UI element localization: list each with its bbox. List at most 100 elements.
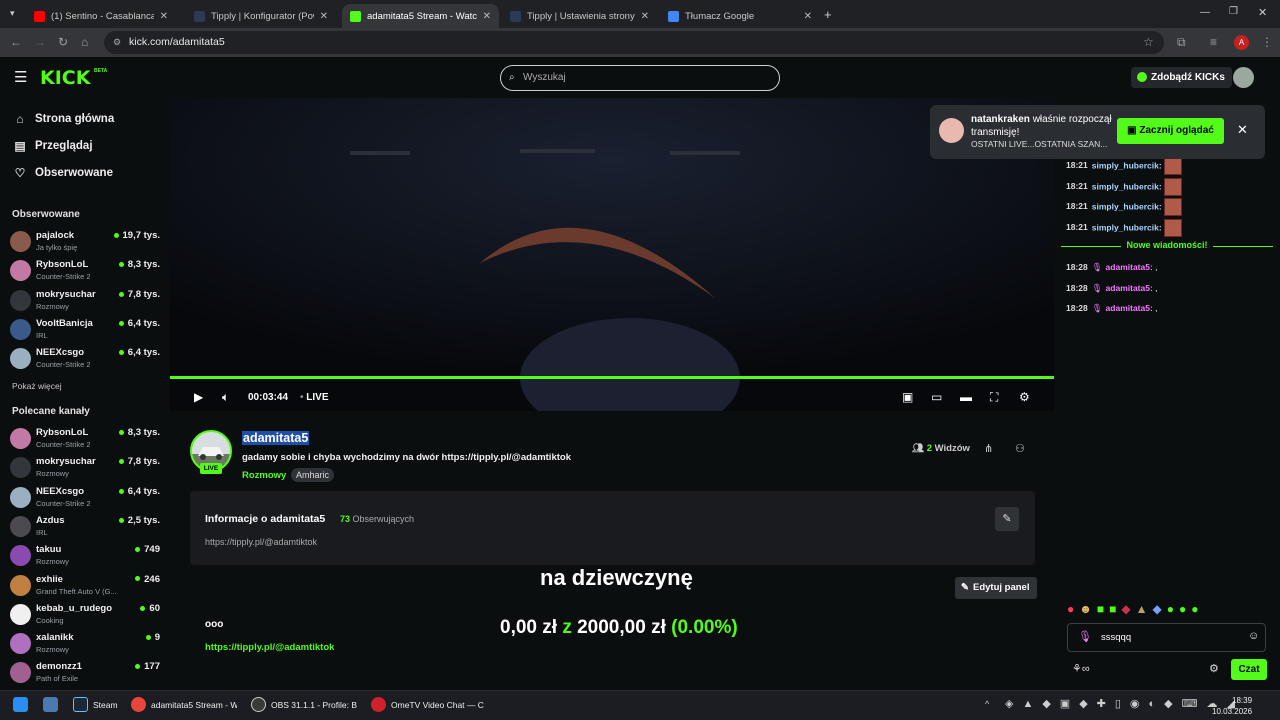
tray-overflow-icon[interactable]: ^ (985, 699, 989, 709)
fullscreen-icon[interactable]: ⛶ (990, 390, 998, 405)
browser-tab-3[interactable]: adamitata5 Stream - Watch Live...✕ (342, 4, 499, 28)
get-kicks-button[interactable]: Zdobądź KICKs (1131, 67, 1232, 88)
maximize-icon[interactable]: ❐ (1229, 6, 1238, 17)
file-explorer-icon[interactable] (43, 697, 58, 712)
play-icon[interactable]: ▶ (194, 390, 203, 404)
emote-icon[interactable]: ● (1067, 602, 1079, 616)
wide-mode-icon[interactable]: ▬ (960, 390, 972, 404)
chat-message[interactable]: 18:21 simply_hubercik: (1066, 198, 1182, 216)
nav-browse[interactable]: ▤ Przeglądaj (12, 139, 92, 153)
sidebar-channel[interactable]: RybsonLoL Counter-Strike 2 8,3 tys. (10, 258, 160, 286)
new-tab-icon[interactable]: + (824, 7, 832, 22)
back-icon[interactable]: ← (10, 35, 22, 49)
emote-icon[interactable]: ■ (1109, 602, 1121, 616)
close-tab-icon[interactable]: ✕ (641, 11, 649, 22)
obs-icon[interactable] (251, 697, 266, 712)
nav-home[interactable]: ⌂ Strona główna (12, 112, 114, 126)
edit-pencil-icon[interactable]: ✎ (995, 507, 1019, 531)
hamburger-menu-icon[interactable]: ☰ (14, 68, 27, 86)
url-field[interactable]: ⚙ kick.com/adamitata5 (104, 31, 1164, 54)
emote-icon[interactable]: ☻ (1079, 602, 1097, 616)
chat-message[interactable]: 18:21 simply_hubercik: (1066, 218, 1182, 237)
profile-avatar[interactable]: A (1234, 35, 1249, 50)
chat-message[interactable]: 18:28 🎙︎ adamitata5: , (1066, 303, 1158, 314)
taskbar-clock[interactable]: 18:39 10.03.2026 (1212, 695, 1252, 717)
opera-icon[interactable] (371, 697, 386, 712)
close-tab-icon[interactable]: ✕ (160, 11, 168, 22)
close-tab-icon[interactable]: ✕ (483, 11, 491, 22)
close-window-icon[interactable]: ✕ (1258, 6, 1267, 19)
miniplayer-icon[interactable]: ▣ (902, 390, 913, 404)
sidebar-channel[interactable]: pajalock Ja tylko śpię 19,7 tys. (10, 229, 160, 257)
site-info-icon[interactable]: ⚙ (113, 31, 121, 54)
forward-icon[interactable]: → (34, 35, 46, 49)
home-button-icon[interactable]: ⌂ (81, 35, 88, 49)
sidebar-channel[interactable]: kebab_u_rudego Cooking 60 (10, 602, 160, 630)
browser-menu-icon[interactable]: ⋮ (1261, 35, 1273, 49)
emote-icon[interactable]: ◆ (1153, 602, 1167, 616)
video-player[interactable] (170, 98, 1054, 411)
sidebar-channel[interactable]: NEEXcsgo Counter-Strike 2 6,4 tys. (10, 485, 160, 513)
emote-icon[interactable]: ■ (1097, 602, 1109, 616)
emote-icon[interactable]: ● (1179, 602, 1191, 616)
browser-tab-4[interactable]: Tipply | Ustawienia strony zamó...✕ (502, 4, 657, 28)
user-avatar[interactable] (1233, 67, 1254, 88)
emote-icon[interactable]: ▲ (1136, 602, 1153, 616)
search-input[interactable]: ⌕ Wyszukaj (500, 65, 780, 91)
taskbar-ometv[interactable]: OmeTV Video Chat — C (391, 700, 484, 710)
kick-logo[interactable]: KICK (40, 67, 90, 89)
show-more-link[interactable]: Pokaż więcej (12, 381, 62, 391)
streamer-username[interactable]: adamitata5 (242, 431, 310, 445)
media-control-icon[interactable]: ≡ (1210, 35, 1217, 49)
about-link[interactable]: https://tipply.pl/@adamtiktok (205, 537, 317, 547)
stream-category[interactable]: Rozmowy (242, 470, 286, 481)
sidebar-channel[interactable]: exhiie Grand Theft Auto V (G... 246 (10, 573, 160, 601)
chat-input[interactable]: 🎙︎ sssqqq ☺ (1067, 623, 1266, 652)
chat-settings-icon[interactable]: ⚘∞ (1072, 662, 1090, 675)
sidebar-channel[interactable]: demonzz1 Path of Exile 177 (10, 660, 160, 688)
emoji-icon[interactable]: ☺ (1248, 630, 1259, 642)
volume-icon[interactable]: 🔈︎ (222, 390, 229, 405)
video-progress-bar[interactable] (170, 376, 1054, 379)
edit-panel-button[interactable]: ✎ Edytuj panel (955, 577, 1038, 599)
start-watching-button[interactable]: ▣ Zacznij oglądać (1117, 118, 1224, 144)
sidebar-channel[interactable]: mokrysuchar Rozmowy 7,8 tys. (10, 288, 160, 316)
follow-user-icon[interactable]: ⚇ (1015, 442, 1025, 455)
browser-tab-2[interactable]: Tipply | Konfigurator (Powiadom...✕ (186, 4, 336, 28)
sidebar-channel[interactable]: NEEXcsgo Counter-Strike 2 6,4 tys. (10, 346, 160, 374)
close-notification-icon[interactable]: ✕ (1237, 122, 1248, 138)
stream-tag[interactable]: Amharic (291, 468, 335, 482)
emote-icon[interactable]: ◆ (1121, 602, 1135, 616)
tray-icons[interactable]: ◈▲◆▣◆✚▯◉◐◆⌨☁◢ (1005, 697, 1244, 710)
emote-icon[interactable]: ● (1167, 602, 1179, 616)
nav-following[interactable]: ♡ Obserwowane (12, 166, 113, 180)
browser-tab-5[interactable]: Tłumacz Google ✕ (660, 4, 820, 28)
sidebar-channel[interactable]: takuu Rozmowy 749 (10, 543, 160, 571)
taskbar-steam[interactable]: Steam (93, 700, 118, 710)
steam-icon[interactable] (73, 697, 88, 712)
settings-icon[interactable]: ⚙ (1019, 390, 1030, 404)
taskbar-obs[interactable]: OBS 31.1.1 - Profile: Bez t (271, 700, 357, 710)
bookmark-star-icon[interactable]: ☆ (1143, 35, 1154, 49)
theater-icon[interactable]: ▭ (931, 390, 942, 404)
chat-message[interactable]: 18:28 🎙︎ adamitata5: , (1066, 262, 1158, 273)
chat-message[interactable]: 18:21 simply_hubercik: (1066, 177, 1182, 196)
chat-message[interactable]: 18:21 simply_hubercik: (1066, 157, 1182, 175)
reload-icon[interactable]: ↻ (58, 35, 68, 49)
panel-link[interactable]: https://tipply.pl/@adamtiktok (205, 642, 334, 653)
new-messages-divider[interactable]: Nowe wiadomości! (1061, 240, 1273, 252)
emote-icon[interactable]: ● (1191, 602, 1203, 616)
chrome-icon[interactable] (131, 697, 146, 712)
chat-gear-icon[interactable]: ⚙ (1209, 662, 1219, 675)
browser-tab-1[interactable]: (1) Sentino - Casablanca (prod...✕ (26, 4, 176, 28)
sidebar-channel[interactable]: VooltBanicja IRL 6,4 tys. (10, 317, 160, 345)
sidebar-channel[interactable]: Azdus IRL 2,5 tys. (10, 514, 160, 542)
extensions-icon[interactable]: ⧉ (1177, 35, 1186, 50)
windows-start-icon[interactable] (13, 697, 28, 712)
sidebar-channel[interactable]: RybsonLoL Counter-Strike 2 8,3 tys. (10, 426, 160, 454)
chat-message[interactable]: 18:28 🎙︎ adamitata5: , (1066, 283, 1158, 294)
close-tab-icon[interactable]: ✕ (320, 11, 328, 22)
minimize-icon[interactable]: — (1200, 7, 1210, 18)
share-icon[interactable]: ⋔ (984, 442, 993, 455)
close-tab-icon[interactable]: ✕ (804, 11, 812, 22)
